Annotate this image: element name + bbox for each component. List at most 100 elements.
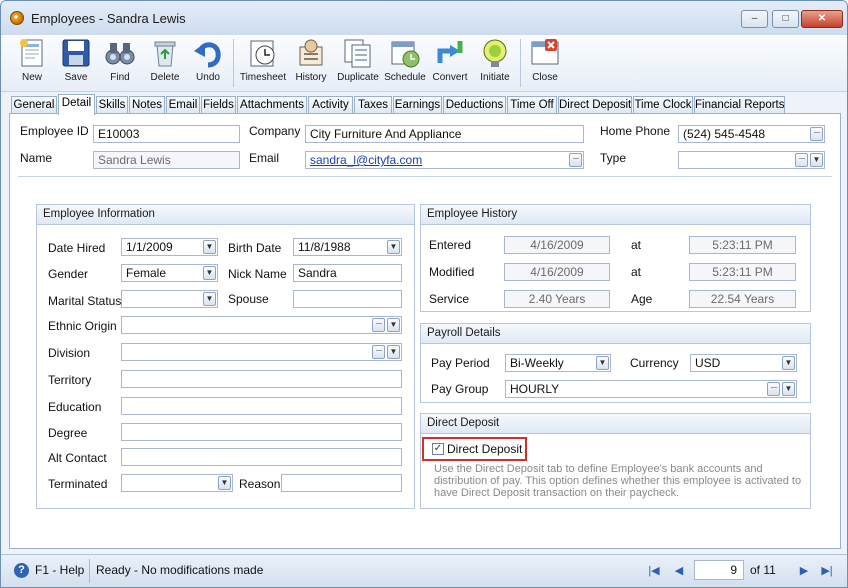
find-button[interactable]: Find — [101, 35, 139, 92]
direct-deposit-checkbox[interactable]: ✓ — [432, 443, 444, 455]
record-number-field[interactable]: 9 — [694, 560, 744, 580]
degree-field[interactable] — [121, 423, 402, 441]
pay-group-ellipsis-button[interactable]: ··· — [767, 382, 780, 396]
entered-date-field: 4/16/2009 — [504, 236, 610, 254]
direct-deposit-checkbox-label: Direct Deposit — [447, 442, 523, 456]
direct-deposit-title: Direct Deposit — [421, 414, 810, 434]
schedule-button[interactable]: Schedule — [384, 35, 426, 92]
tab-attachments[interactable]: Attachments — [237, 96, 307, 114]
date-hired-dropdown-arrow[interactable]: ▼ — [203, 240, 216, 254]
maximize-button[interactable]: □ — [772, 10, 799, 28]
last-record-icon[interactable]: ▶| — [819, 563, 835, 579]
employee-id-field[interactable]: E10003 — [93, 125, 240, 143]
home-phone-field[interactable]: (524) 545-4548 ··· — [678, 125, 825, 143]
tab-activity[interactable]: Activity — [308, 96, 353, 114]
company-label: Company — [249, 124, 301, 138]
modified-date-field: 4/16/2009 — [504, 263, 610, 281]
terminated-label: Terminated — [48, 477, 108, 491]
nick-name-field[interactable]: Sandra — [293, 264, 402, 282]
initiate-icon — [479, 37, 511, 69]
pay-group-dropdown-arrow[interactable]: ▼ — [782, 382, 795, 396]
pay-period-select[interactable]: Bi-Weekly ▼ — [505, 354, 611, 372]
help-icon[interactable]: ? — [14, 563, 29, 578]
alt-contact-field[interactable] — [121, 448, 402, 466]
employee-history-group: Employee History Entered 4/16/2009 at 5:… — [420, 204, 811, 312]
ethnic-origin-ellipsis-button[interactable]: ··· — [372, 318, 385, 332]
tab-time-off[interactable]: Time Off — [507, 96, 557, 114]
home-phone-ellipsis-button[interactable]: ··· — [810, 127, 823, 141]
tab-notes[interactable]: Notes — [129, 96, 165, 114]
tab-earnings[interactable]: Earnings — [393, 96, 442, 114]
pay-period-value: Bi-Weekly — [510, 356, 564, 370]
tab-general[interactable]: General — [11, 96, 57, 114]
currency-value: USD — [695, 356, 721, 370]
timesheet-button[interactable]: Timesheet — [239, 35, 287, 92]
tab-taxes[interactable]: Taxes — [354, 96, 392, 114]
modified-at-label: at — [631, 265, 642, 279]
tab-email[interactable]: Email — [166, 96, 200, 114]
marital-status-select[interactable]: ▼ — [121, 290, 218, 308]
email-label: Email — [249, 151, 280, 165]
employee-id-label: Employee ID — [20, 124, 89, 138]
ethnic-origin-label: Ethnic Origin — [48, 319, 117, 333]
division-ellipsis-button[interactable]: ··· — [372, 345, 385, 359]
gender-dropdown-arrow[interactable]: ▼ — [203, 266, 216, 280]
status-divider — [89, 559, 90, 583]
save-button[interactable]: Save — [57, 35, 95, 92]
close-button[interactable]: Close — [526, 35, 564, 92]
tab-detail[interactable]: Detail — [58, 94, 95, 115]
duplicate-button[interactable]: Duplicate — [337, 35, 379, 92]
tab-fields[interactable]: Fields — [201, 96, 236, 114]
name-field[interactable]: Sandra Lewis — [93, 151, 240, 169]
new-button[interactable]: New — [13, 35, 51, 92]
currency-select[interactable]: USD ▼ — [690, 354, 797, 372]
birth-date-field[interactable]: 11/8/1988 ▼ — [293, 238, 402, 256]
title-bar[interactable]: Employees - Sandra Lewis – □ ✕ — [1, 1, 847, 35]
tab-financial-reports[interactable]: Financial Reports — [694, 96, 785, 114]
home-phone-label: Home Phone — [600, 124, 671, 138]
entered-at-label: at — [631, 238, 642, 252]
tab-skills[interactable]: Skills — [96, 96, 128, 114]
birth-date-label: Birth Date — [228, 241, 282, 255]
delete-button[interactable]: Delete — [146, 35, 184, 92]
pay-period-dropdown-arrow[interactable]: ▼ — [596, 356, 609, 370]
type-field[interactable]: ··· ▼ — [678, 151, 825, 169]
gender-select[interactable]: Female ▼ — [121, 264, 218, 282]
education-field[interactable] — [121, 397, 402, 415]
next-record-icon[interactable]: ▶ — [796, 563, 812, 579]
territory-field[interactable] — [121, 370, 402, 388]
minimize-button[interactable]: – — [741, 10, 768, 28]
first-record-icon[interactable]: |◀ — [646, 563, 662, 579]
terminated-dropdown-arrow[interactable]: ▼ — [218, 476, 231, 490]
undo-button[interactable]: Undo — [189, 35, 227, 92]
pay-group-value: HOURLY — [510, 382, 560, 396]
birth-date-dropdown-arrow[interactable]: ▼ — [387, 240, 400, 254]
history-button[interactable]: History — [292, 35, 330, 92]
tab-time-clock[interactable]: Time Clock — [633, 96, 693, 114]
email-field[interactable]: sandra_l@cityfa.com ··· — [305, 151, 584, 169]
pay-group-field[interactable]: HOURLY ··· ▼ — [505, 380, 797, 398]
ethnic-origin-field[interactable]: ··· ▼ — [121, 316, 402, 334]
email-ellipsis-button[interactable]: ··· — [569, 153, 582, 167]
type-ellipsis-button[interactable]: ··· — [795, 153, 808, 167]
tab-direct-deposit[interactable]: Direct Deposit — [558, 96, 632, 114]
email-link[interactable]: sandra_l@cityfa.com — [310, 153, 422, 167]
previous-record-icon[interactable]: ◀ — [671, 563, 687, 579]
toolbar-separator — [233, 39, 234, 87]
terminated-field[interactable]: ▼ — [121, 474, 233, 492]
ethnic-origin-dropdown-arrow[interactable]: ▼ — [387, 318, 400, 332]
help-text[interactable]: F1 - Help — [35, 563, 84, 577]
division-dropdown-arrow[interactable]: ▼ — [387, 345, 400, 359]
convert-button[interactable]: Convert — [431, 35, 469, 92]
marital-status-dropdown-arrow[interactable]: ▼ — [203, 292, 216, 306]
currency-dropdown-arrow[interactable]: ▼ — [782, 356, 795, 370]
reason-field[interactable] — [281, 474, 402, 492]
tab-deductions[interactable]: Deductions — [443, 96, 506, 114]
type-dropdown-arrow[interactable]: ▼ — [810, 153, 823, 167]
division-field[interactable]: ··· ▼ — [121, 343, 402, 361]
company-field[interactable]: City Furniture And Appliance — [305, 125, 584, 143]
close-window-button[interactable]: ✕ — [801, 10, 843, 28]
initiate-button[interactable]: Initiate — [476, 35, 514, 92]
spouse-field[interactable] — [293, 290, 402, 308]
date-hired-field[interactable]: 1/1/2009 ▼ — [121, 238, 218, 256]
